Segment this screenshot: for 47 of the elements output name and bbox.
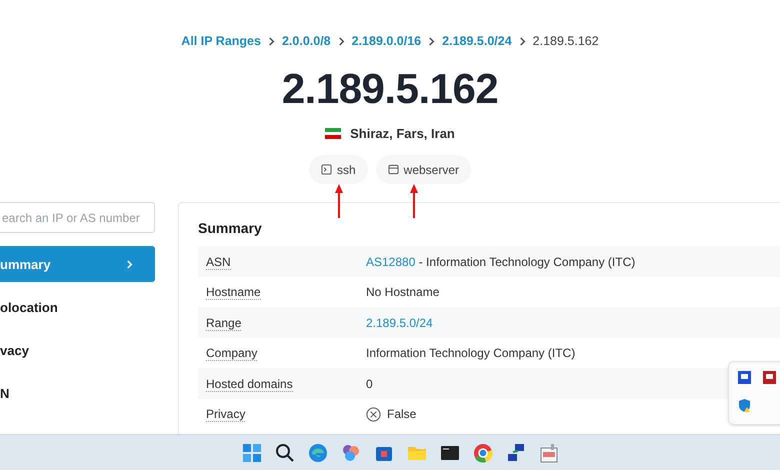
chevron-icon	[126, 260, 133, 269]
search-field[interactable]: earch an IP or AS number	[0, 202, 155, 234]
row-label: Hosted domains	[206, 376, 293, 392]
breadcrumb-current: 2.189.5.162	[532, 33, 599, 50]
breadcrumb-link[interactable]: 2.189.0.0/16	[352, 32, 422, 51]
breadcrumb-link[interactable]: All IP Ranges	[181, 32, 261, 51]
app-icon[interactable]	[538, 442, 560, 464]
browser-icon[interactable]	[306, 442, 328, 464]
windows-icon[interactable]	[240, 442, 262, 464]
shield-icon[interactable]	[738, 399, 751, 412]
sidebar-item[interactable]: N	[0, 375, 155, 412]
app-icon[interactable]	[763, 371, 776, 384]
value-link[interactable]: AS12880	[366, 252, 416, 270]
row-label: ASN	[206, 254, 231, 270]
row-value: False	[387, 406, 416, 423]
chevron-icon	[338, 36, 345, 46]
chevron-icon	[428, 36, 436, 46]
search-icon[interactable]	[274, 442, 296, 464]
window-icon	[388, 164, 399, 176]
summary-heading: Summary	[198, 219, 263, 238]
sidebar-item[interactable]: vacy	[0, 332, 155, 368]
location-text: Shiraz, Fars, Iran	[350, 124, 455, 143]
arrow-icon	[335, 184, 343, 219]
page-title: 2.189.5.162	[282, 64, 498, 113]
row-value: 0	[366, 376, 373, 392]
row-label: Privacy	[206, 407, 246, 422]
chevron-icon	[268, 36, 275, 46]
row-label: Company	[206, 346, 258, 361]
row-label: Hostname	[206, 285, 261, 300]
terminal-icon	[320, 164, 332, 176]
breadcrumb-link[interactable]: 2.0.0.0/8	[282, 32, 331, 51]
value-link[interactable]: 2.189.5.0/24	[366, 314, 433, 332]
arrow-icon	[410, 184, 418, 219]
circle-x-icon	[366, 406, 381, 422]
tag-chip[interactable]: webserver	[376, 155, 472, 184]
tag-chip[interactable]: ssh	[308, 155, 368, 184]
sidebar-item[interactable]: ummary	[0, 246, 155, 282]
breadcrumb-link[interactable]: 2.189.5.0/24	[442, 32, 512, 51]
row-value: No Hostname	[366, 284, 440, 301]
row-value: Information Technology Company (ITC)	[366, 345, 576, 362]
chevron-icon	[518, 36, 526, 46]
flag-icon	[325, 128, 342, 139]
app-icon[interactable]	[738, 371, 751, 384]
chrome-icon[interactable]	[472, 442, 494, 464]
row-value: - Information Technology Company (ITC)	[418, 254, 636, 270]
sidebar-item[interactable]: olocation	[0, 289, 155, 326]
row-label: Range	[206, 316, 242, 330]
